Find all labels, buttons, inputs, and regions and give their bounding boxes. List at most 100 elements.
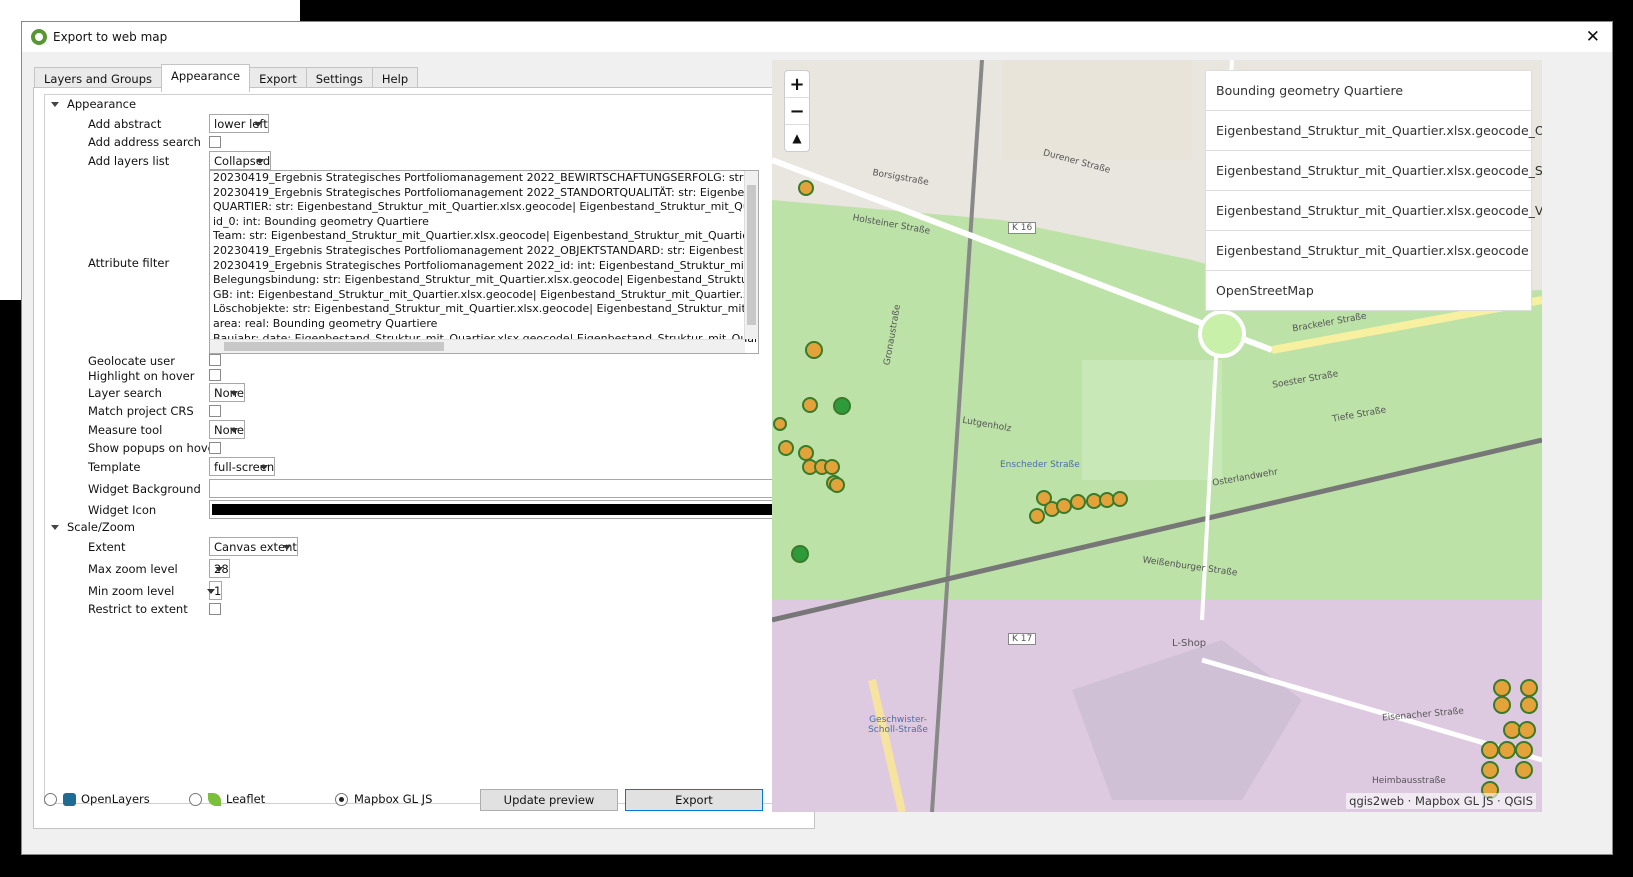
layer-item[interactable]: Eigenbestand_Struktur_mit_Quartier.xlsx.…: [1206, 191, 1542, 231]
radio-circle-selected[interactable]: [335, 792, 348, 806]
mapbox-radio[interactable]: Mapbox GL JS: [335, 792, 432, 806]
group-label: Appearance: [67, 97, 137, 111]
filter-line[interactable]: QUARTIER: str: Eigenbestand_Struktur_mit…: [210, 200, 758, 215]
match-project-crs-label: Match project CRS: [88, 404, 194, 418]
zoom-in-button[interactable]: +: [785, 71, 809, 98]
add-abstract-label: Add abstract: [88, 116, 162, 131]
radio-circle[interactable]: [189, 792, 202, 806]
add-layers-list-combo[interactable]: Collapsed: [209, 151, 272, 170]
group-label: Scale/Zoom: [67, 520, 135, 534]
combo-value: lower left: [214, 116, 268, 131]
leaflet-radio[interactable]: Leaflet: [189, 792, 265, 806]
max-zoom-label: Max zoom level: [88, 561, 178, 576]
measure-tool-combo[interactable]: None: [209, 420, 246, 439]
min-zoom-label: Min zoom level: [88, 583, 175, 598]
radio-label: OpenLayers: [81, 792, 150, 806]
update-preview-button[interactable]: Update preview: [480, 789, 618, 811]
filter-line[interactable]: area: real: Bounding geometry Quartiere: [210, 317, 758, 332]
min-zoom-combo[interactable]: 1: [207, 581, 223, 600]
filter-line[interactable]: 20230419_Ergebnis Strategisches Portfoli…: [210, 171, 758, 186]
horizontal-scrollbar[interactable]: [210, 339, 745, 353]
export-dialog: Export to web map ✕ Layers and Groups Ap…: [21, 21, 1613, 855]
openlayers-radio[interactable]: OpenLayers: [44, 792, 150, 806]
add-address-search-checkbox[interactable]: [209, 136, 221, 148]
leaflet-icon: [208, 792, 221, 806]
filter-line[interactable]: Team: str: Eigenbestand_Struktur_mit_Qua…: [210, 229, 758, 244]
layer-item[interactable]: Eigenbestand_Struktur_mit_Quartier.xlsx.…: [1206, 231, 1531, 271]
layer-item[interactable]: OpenStreetMap: [1206, 271, 1531, 310]
map-preview[interactable]: Borsigstraße Durener Straße K 16 Brackel…: [772, 60, 1542, 812]
widget-background-color-button[interactable]: [209, 479, 793, 498]
zoom-out-button[interactable]: −: [785, 98, 809, 125]
extent-label: Extent: [88, 539, 126, 554]
scroll-thumb[interactable]: [747, 185, 756, 325]
restrict-to-extent-checkbox[interactable]: [209, 603, 221, 615]
widget-icon-color-button[interactable]: [209, 500, 793, 519]
combo-value: Canvas extent: [214, 539, 297, 554]
widget-icon-label: Widget Icon: [88, 502, 157, 517]
zoom-control: + − ▲: [784, 70, 810, 152]
street-label: K 16: [1008, 222, 1037, 234]
template-combo[interactable]: full-screen: [209, 457, 276, 476]
filter-line[interactable]: id_0: int: Bounding geometry Quartiere: [210, 215, 758, 230]
filter-line[interactable]: Belegungsbindung: str: Eigenbestand_Stru…: [210, 273, 758, 288]
show-popups-on-hover-checkbox[interactable]: [209, 442, 221, 454]
appearance-panel: Appearance Add abstract lower left Add a…: [33, 87, 815, 829]
openlayers-icon: [63, 792, 76, 806]
bottom-bar: OpenLayers Leaflet Mapbox GL JS Update p…: [22, 787, 802, 811]
attribute-filter-list[interactable]: 20230419_Ergebnis Strategisches Portfoli…: [209, 170, 759, 354]
collapse-arrow-icon[interactable]: [51, 524, 59, 530]
filter-line[interactable]: Löschobjekte: str: Eigenbestand_Struktur…: [210, 302, 758, 317]
geolocate-user-checkbox[interactable]: [209, 354, 221, 366]
highlight-on-hover-checkbox[interactable]: [209, 369, 221, 381]
filter-line[interactable]: 20230419_Ergebnis Strategisches Portfoli…: [210, 186, 758, 201]
street-label: Heimbausstraße: [1372, 776, 1446, 786]
appearance-group[interactable]: Appearance: [45, 96, 807, 112]
vertical-scrollbar[interactable]: [744, 171, 758, 339]
add-abstract-combo[interactable]: lower left: [209, 114, 269, 133]
street-label: Geschwister-Scholl-Straße: [868, 715, 928, 735]
scale-zoom-group[interactable]: Scale/Zoom: [45, 519, 807, 535]
radio-label: Leaflet: [226, 792, 266, 806]
measure-tool-label: Measure tool: [88, 422, 163, 437]
street-label: K 17: [1008, 633, 1037, 645]
layers-list-panel: Bounding geometry Quartiere Eigenbestand…: [1205, 70, 1542, 311]
restrict-to-extent-label: Restrict to extent: [88, 602, 188, 616]
extent-combo[interactable]: Canvas extent: [209, 537, 298, 556]
show-popups-on-hover-label: Show popups on hover: [88, 441, 220, 455]
filter-line[interactable]: 20230419_Ergebnis Strategisches Portfoli…: [210, 244, 758, 259]
layer-item[interactable]: Eigenbestand_Struktur_mit_Quartier.xlsx.…: [1206, 151, 1542, 191]
combo-value: None: [214, 422, 245, 437]
map-attribution[interactable]: qgis2web · Mapbox GL JS · QGIS: [1346, 793, 1536, 809]
settings-tree: Appearance Add abstract lower left Add a…: [44, 94, 808, 804]
combo-value: 28: [214, 561, 229, 576]
compass-north-icon[interactable]: ▲: [785, 125, 809, 151]
combo-value: None: [214, 385, 245, 400]
radio-circle[interactable]: [44, 792, 57, 806]
scroll-thumb[interactable]: [224, 342, 444, 351]
layer-search-combo[interactable]: None: [209, 383, 246, 402]
qgis-icon: [31, 29, 47, 45]
combo-value: 1: [214, 583, 222, 598]
add-layers-list-label: Add layers list: [88, 153, 170, 168]
match-project-crs-checkbox[interactable]: [209, 405, 221, 417]
widget-background-label: Widget Background: [88, 481, 201, 496]
add-address-search-label: Add address search: [88, 135, 201, 149]
filter-line[interactable]: 20230419_Ergebnis Strategisches Portfoli…: [210, 259, 758, 274]
combo-value: full-screen: [214, 459, 275, 474]
max-zoom-combo[interactable]: 28: [209, 559, 230, 578]
filter-line[interactable]: GB: int: Eigenbestand_Struktur_mit_Quart…: [210, 288, 758, 303]
layer-item[interactable]: Bounding geometry Quartiere: [1206, 71, 1531, 111]
combo-value: Collapsed: [214, 153, 271, 168]
street-label: L-Shop: [1172, 638, 1207, 649]
close-icon[interactable]: ✕: [1586, 27, 1600, 47]
window-title: Export to web map: [53, 30, 168, 44]
geolocate-user-label: Geolocate user: [88, 353, 175, 368]
street-label: Enscheder Straße: [1000, 460, 1080, 470]
highlight-on-hover-label: Highlight on hover: [88, 368, 195, 383]
collapse-arrow-icon[interactable]: [51, 101, 59, 107]
tab-appearance[interactable]: Appearance: [161, 64, 251, 92]
layer-item[interactable]: Eigenbestand_Struktur_mit_Quartier.xlsx.…: [1206, 111, 1542, 151]
export-button[interactable]: Export: [625, 789, 763, 811]
title-bar: Export to web map ✕: [22, 22, 1612, 52]
